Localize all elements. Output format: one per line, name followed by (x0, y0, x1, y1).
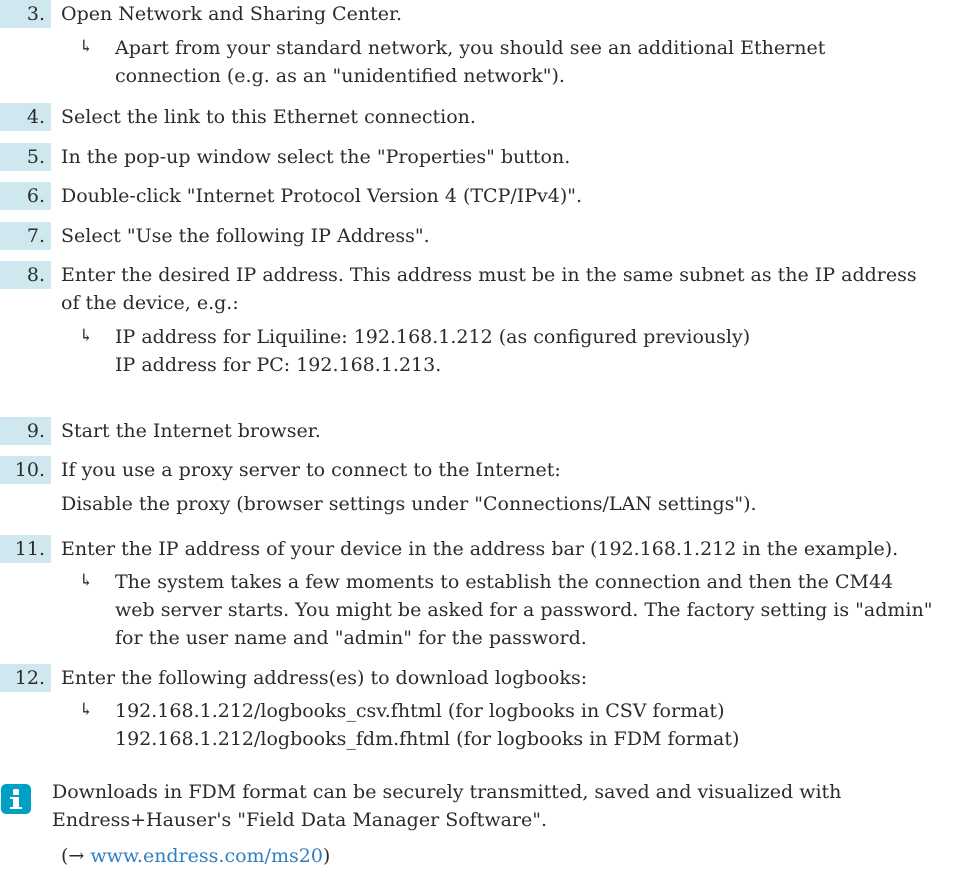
result-text-line: 192.168.1.212/logbooks_csv.fhtml (for lo… (115, 700, 725, 722)
step-text-line: Open Network and Sharing Center. (61, 3, 402, 25)
step-text-line: If you use a proxy server to connect to … (61, 459, 561, 481)
website-link[interactable]: www.endress.com/ms20 (90, 845, 323, 867)
step-text-line: In the pop-up window select the "Propert… (61, 146, 571, 168)
step-number: 7. (0, 222, 51, 250)
result-arrow-icon: ↳ (79, 700, 94, 720)
result-text-line: IP address for Liquiline: 192.168.1.212 … (115, 326, 751, 348)
step-text-line: Enter the IP address of your device in t… (61, 538, 899, 560)
step-text: Enter the IP address of your device in t… (61, 535, 955, 563)
step-text-line: Enter the desired IP address. This addre… (61, 264, 917, 286)
result-text-line: The system takes a few moments to establ… (115, 571, 894, 593)
step-text: If you use a proxy server to connect to … (61, 456, 955, 518)
note-text-line: Endress+Hauser's "Field Data Manager Sof… (52, 809, 548, 831)
result-text-line: for the user name and "admin" for the pa… (115, 627, 587, 649)
note-text-line: Downloads in FDM format can be securely … (52, 781, 842, 803)
result-text-line: web server starts. You might be asked fo… (115, 599, 933, 621)
note-text: Downloads in FDM format can be securely … (52, 778, 841, 834)
step-text: Enter the following address(es) to downl… (61, 664, 955, 692)
result-text: Apart from your standard network, you sh… (115, 34, 955, 90)
step-number: 11. (0, 535, 51, 563)
step-number: 10. (0, 456, 51, 484)
step-text: Double-click "Internet Protocol Version … (61, 182, 955, 210)
info-icon (1, 784, 31, 814)
step-number: 6. (0, 182, 51, 210)
result-text-line: IP address for PC: 192.168.1.213. (115, 354, 442, 376)
step-text-line: Double-click "Internet Protocol Version … (61, 185, 583, 207)
reference-suffix: ) (322, 845, 331, 867)
step-number: 5. (0, 143, 51, 171)
step-text: Select the link to this Ethernet connect… (61, 103, 955, 131)
reference-link-line: (→ www.endress.com/ms20) (61, 842, 330, 870)
result-text: 192.168.1.212/logbooks_csv.fhtml (for lo… (115, 697, 955, 753)
step-text-line: Select "Use the following IP Address". (61, 225, 430, 247)
step-number: 4. (0, 103, 51, 131)
step-text: Start the Internet browser. (61, 417, 955, 445)
step-text-line: Select the link to this Ethernet connect… (61, 106, 476, 128)
result-text: IP address for Liquiline: 192.168.1.212 … (115, 323, 955, 379)
result-text-line: Apart from your standard network, you sh… (115, 37, 826, 59)
reference-prefix: (→ (61, 845, 91, 867)
result-arrow-icon: ↳ (79, 326, 94, 346)
step-number: 9. (0, 417, 51, 445)
step-text-line: Disable the proxy (browser settings unde… (61, 493, 757, 515)
step-text-line: Start the Internet browser. (61, 420, 321, 442)
result-text: The system takes a few moments to establ… (115, 568, 955, 652)
step-text: Open Network and Sharing Center. (61, 0, 955, 28)
result-arrow-icon: ↳ (79, 37, 94, 57)
step-number: 3. (0, 0, 51, 28)
step-number: 8. (0, 261, 51, 289)
result-text-line: 192.168.1.212/logbooks_fdm.fhtml (for lo… (115, 728, 740, 750)
step-text-line: of the device, e.g.: (61, 292, 239, 314)
step-number: 12. (0, 664, 51, 692)
step-text: Select "Use the following IP Address". (61, 222, 955, 250)
result-arrow-icon: ↳ (79, 571, 94, 591)
result-text-line: connection (e.g. as an "unidentified net… (115, 65, 565, 87)
step-text: Enter the desired IP address. This addre… (61, 261, 955, 317)
step-text: In the pop-up window select the "Propert… (61, 143, 955, 171)
step-text-line: Enter the following address(es) to downl… (61, 667, 588, 689)
